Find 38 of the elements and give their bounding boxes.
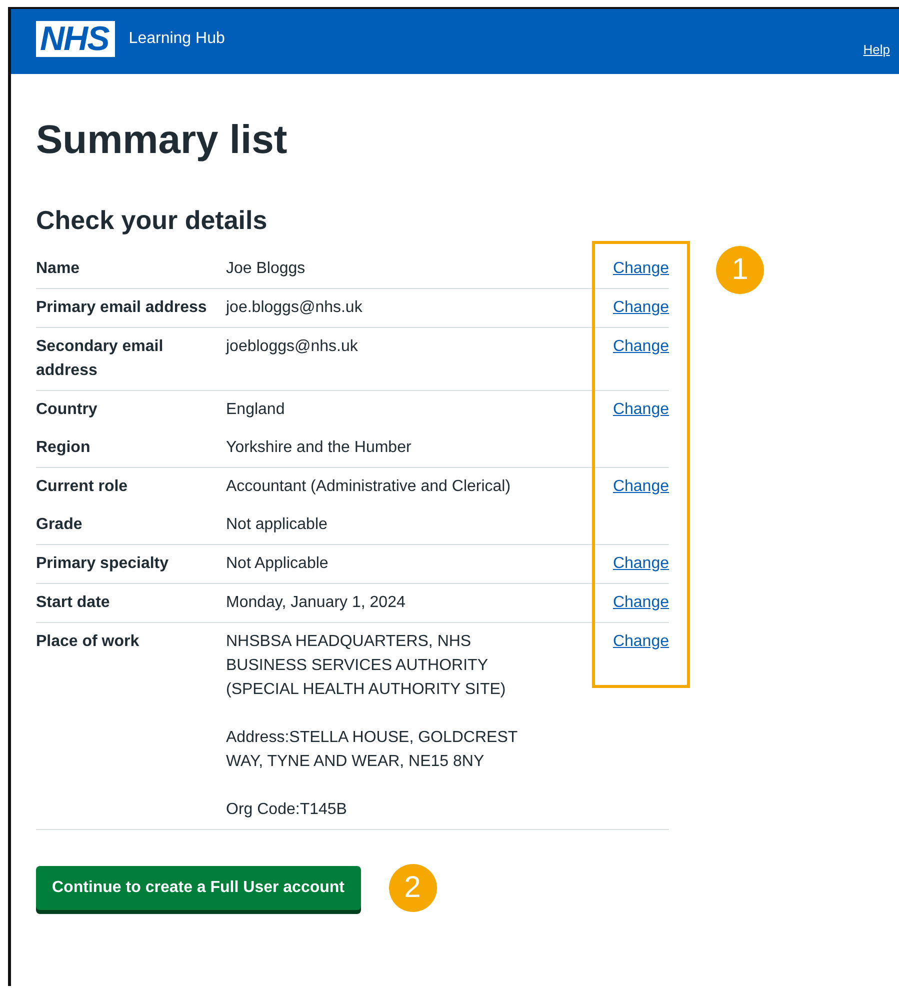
row-key: Place of work: [36, 630, 226, 822]
row-key: Grade: [36, 513, 226, 537]
row-key: Current role: [36, 475, 226, 499]
row-value: Address:STELLA HOUSE, GOLDCREST WAY, TYNE AND WEAR, NE15 8NY: [226, 728, 518, 772]
help-link[interactable]: Help: [863, 42, 890, 57]
change-link[interactable]: Change: [612, 478, 669, 495]
page-title: Summary list: [36, 117, 288, 164]
row-value: NHSBSA HEADQUARTERS, NHS BUSINESS SERVICES AUTHORITY (SPECIAL HEALTH AUTHORITY SITE): [226, 632, 507, 700]
row-value: England: [226, 400, 286, 420]
row-key: Region: [36, 436, 226, 460]
change-link[interactable]: Change: [612, 299, 669, 316]
row-value: Joe Bloggs: [226, 259, 306, 279]
row-value: Org Code:T145B: [226, 800, 348, 820]
row-key: Country: [36, 398, 226, 422]
change-link[interactable]: Change: [612, 594, 669, 611]
row-key: Start date: [36, 591, 226, 615]
change-link[interactable]: Change: [612, 401, 669, 418]
change-link[interactable]: Change: [612, 633, 669, 650]
service-name: Learning Hub: [128, 30, 225, 48]
continue-button[interactable]: Continue to create a Full User account: [36, 866, 360, 910]
row-key: Primary email address: [36, 296, 226, 320]
row-value: Not Applicable: [226, 554, 330, 574]
change-link[interactable]: Change: [612, 555, 669, 572]
callout-badge: 1: [716, 246, 764, 294]
row-value: joebloggs@nhs.uk: [226, 337, 359, 357]
section-title: Check your details: [36, 204, 268, 236]
row-key: Name: [36, 257, 226, 281]
row-key: Primary specialty: [36, 552, 226, 576]
row-value: Not applicable: [226, 515, 328, 535]
change-link[interactable]: Change: [612, 260, 669, 277]
row-value: joe.bloggs@nhs.uk: [226, 298, 364, 318]
change-link[interactable]: Change: [612, 338, 669, 355]
row-value: Monday, January 1, 2024: [226, 593, 406, 613]
row-value: Accountant (Administrative and Clerical): [226, 477, 512, 497]
callout-badge: 2: [388, 864, 436, 912]
row-key: Secondary email address: [36, 335, 226, 383]
row-value: Yorkshire and the Humber: [226, 438, 412, 458]
nhs-logo[interactable]: NHS: [36, 21, 115, 57]
